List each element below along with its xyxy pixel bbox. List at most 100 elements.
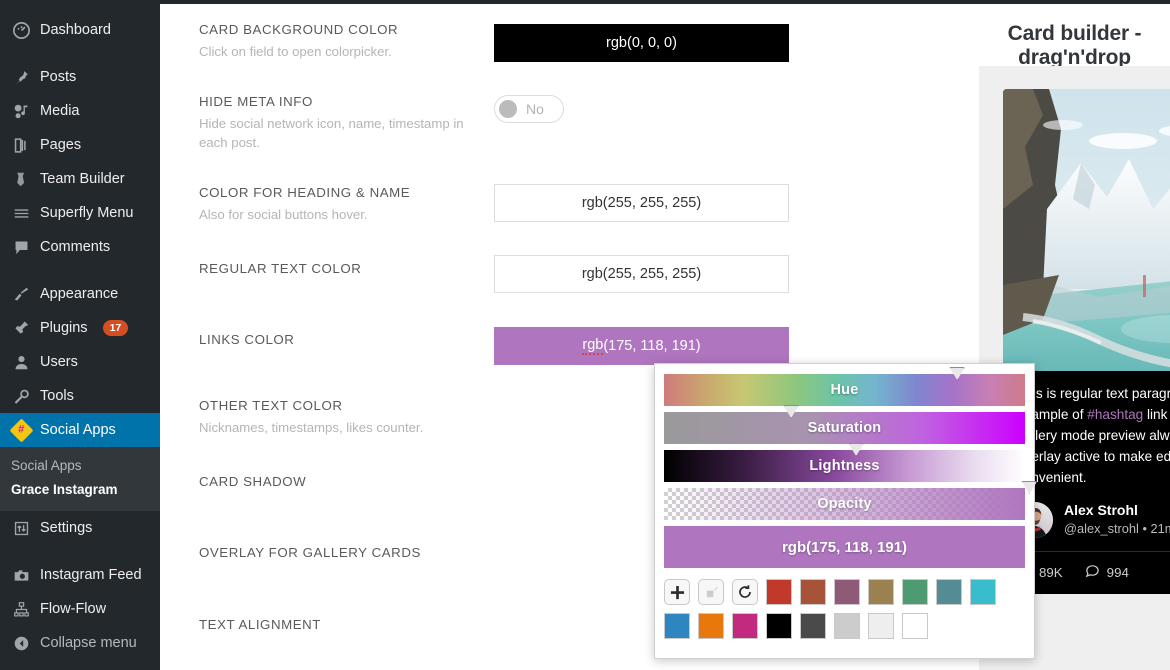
setting-description: Nicknames, timestamps, likes counter. xyxy=(199,420,424,435)
setting-label: Text alignment xyxy=(199,617,321,632)
card-likes-count: 89K xyxy=(1039,564,1063,580)
sidebar-item-dashboard[interactable]: Dashboard xyxy=(0,13,160,47)
setting-other-text-color: Other text color Nicknames, timestamps, … xyxy=(199,398,469,437)
reset-color-button[interactable] xyxy=(732,579,758,605)
admin-sidebar: Dashboard Posts Media Pages Team Builder… xyxy=(0,0,168,670)
sidebar-top-spacer xyxy=(0,0,160,13)
swatch-11[interactable] xyxy=(800,613,826,639)
opacity-slider-handle[interactable] xyxy=(1021,481,1038,494)
swatch-9[interactable] xyxy=(732,613,758,639)
sidebar-item-social-apps[interactable]: # Social Apps xyxy=(0,413,168,447)
swatch-4[interactable] xyxy=(902,579,928,605)
swatch-3[interactable] xyxy=(868,579,894,605)
sidebar-item-appearance[interactable]: Appearance xyxy=(0,277,160,311)
colorpicker-popup[interactable]: Hue Saturation Lightness Opacity rgb(175… xyxy=(654,363,1038,659)
current-color-preview[interactable]: rgb(175, 118, 191) xyxy=(664,526,1025,568)
sidebar-item-instagram-feed[interactable]: Instagram Feed xyxy=(0,558,160,592)
card-author-info: Alex Strohl @alex_strohl • 21m ago xyxy=(1064,501,1170,538)
lightness-slider-label: Lightness xyxy=(809,458,880,474)
sidebar-item-pages[interactable]: Pages xyxy=(0,128,160,162)
setting-description: Click on field to open colorpicker. xyxy=(199,44,392,59)
sidebar-item-team-builder[interactable]: Team Builder xyxy=(0,162,160,196)
sidebar-item-label: Appearance xyxy=(40,285,119,302)
swatch-14[interactable] xyxy=(902,613,928,639)
swatch-0[interactable] xyxy=(766,579,792,605)
card-author-name: Alex Strohl xyxy=(1064,502,1138,519)
heading-name-color-field[interactable]: rgb(255, 255, 255) xyxy=(494,184,789,222)
hue-slider[interactable]: Hue xyxy=(664,367,1025,406)
setting-label: Card background color xyxy=(199,22,399,37)
sidebar-item-flow-flow[interactable]: Flow-Flow xyxy=(0,592,160,626)
swatch-5[interactable] xyxy=(936,579,962,605)
pin-icon xyxy=(11,67,31,87)
submenu-item-social-apps[interactable]: Social Apps xyxy=(11,454,160,478)
saturation-slider-label: Saturation xyxy=(807,420,882,436)
sidebar-item-label: Flow-Flow xyxy=(40,600,107,617)
saturation-slider-handle[interactable] xyxy=(783,405,800,418)
regular-text-color-field[interactable]: rgb(255, 255, 255) xyxy=(494,255,789,293)
sidebar-item-label: Social Apps xyxy=(40,421,116,438)
tie-icon xyxy=(11,169,31,189)
links-color-field[interactable]: rgb (175, 118, 191) xyxy=(494,327,789,365)
setting-label: Card shadow xyxy=(199,474,307,489)
sidebar-item-collapse-menu[interactable]: Collapse menu xyxy=(0,626,160,660)
swatch-2[interactable] xyxy=(834,579,860,605)
sidebar-divider-2 xyxy=(0,264,160,277)
swatch-13[interactable] xyxy=(868,613,894,639)
card-author-handle: @alex_strohl xyxy=(1064,521,1139,537)
swatch-7[interactable] xyxy=(664,613,690,639)
preview-title: Card builder - drag'n'drop xyxy=(1007,22,1142,69)
delete-swatch-button[interactable] xyxy=(698,579,724,605)
menu-lines-icon xyxy=(11,203,31,223)
comment-bubble-icon xyxy=(1085,563,1100,581)
swatch-10[interactable] xyxy=(766,613,792,639)
user-icon xyxy=(11,352,31,372)
sidebar-item-settings[interactable]: Settings xyxy=(0,511,160,545)
swatch-1[interactable] xyxy=(800,579,826,605)
submenu-item-grace-instagram[interactable]: Grace Instagram xyxy=(11,478,160,502)
lightness-slider-handle[interactable] xyxy=(848,443,865,456)
sidebar-item-label: Settings xyxy=(40,519,93,536)
saturation-slider[interactable]: Saturation xyxy=(664,405,1025,444)
card-hashtag-link[interactable]: #hashtag xyxy=(1087,407,1143,422)
hue-slider-label: Hue xyxy=(830,382,859,398)
setting-label: Regular text color xyxy=(199,261,362,276)
setting-color-for-heading-and-name: Color for heading & name Also for social… xyxy=(199,185,469,224)
sidebar-item-users[interactable]: Users xyxy=(0,345,160,379)
links-color-value-prefix: rgb xyxy=(582,337,604,355)
opacity-slider-label: Opacity xyxy=(817,496,872,512)
opacity-slider[interactable]: Opacity xyxy=(664,481,1038,520)
plugins-update-badge: 17 xyxy=(102,319,129,337)
swatch-6[interactable] xyxy=(970,579,996,605)
sidebar-item-label: Instagram Feed xyxy=(40,566,142,583)
setting-links-color: Links color xyxy=(199,332,294,347)
card-background-color-field[interactable]: rgb(0, 0, 0) xyxy=(494,24,789,62)
hide-meta-info-toggle[interactable]: No xyxy=(494,95,564,123)
pages-icon xyxy=(11,135,31,155)
sidebar-item-posts[interactable]: Posts xyxy=(0,60,160,94)
sidebar-item-media[interactable]: Media xyxy=(0,94,160,128)
sidebar-item-label: Team Builder xyxy=(40,170,125,187)
setting-overlay-for-gallery-cards: Overlay for gallery cards xyxy=(199,545,421,560)
setting-label: Links color xyxy=(199,332,295,347)
sidebar-submenu: Social Apps Grace Instagram xyxy=(0,447,160,511)
swatch-8[interactable] xyxy=(698,613,724,639)
setting-description: Also for social buttons hover. xyxy=(199,207,368,222)
card-comments[interactable]: 994 xyxy=(1085,563,1129,581)
toggle-value-label: No xyxy=(526,101,544,117)
setting-label: Other text color xyxy=(199,398,343,413)
add-swatch-button[interactable] xyxy=(664,579,690,605)
sidebar-divider-3 xyxy=(0,545,160,558)
sidebar-item-tools[interactable]: Tools xyxy=(0,379,160,413)
setting-regular-text-color: Regular text color xyxy=(199,261,361,276)
swatch-palette xyxy=(664,579,1025,639)
sidebar-item-plugins[interactable]: Plugins 17 xyxy=(0,311,160,345)
sidebar-item-superfly-menu[interactable]: Superfly Menu xyxy=(0,196,160,230)
flow-icon xyxy=(11,599,31,619)
card-comments-count: 994 xyxy=(1106,564,1129,580)
hue-slider-handle[interactable] xyxy=(949,367,966,380)
sidebar-item-comments[interactable]: Comments xyxy=(0,230,160,264)
lightness-slider[interactable]: Lightness xyxy=(664,443,1025,482)
swatch-12[interactable] xyxy=(834,613,860,639)
media-icon xyxy=(11,101,31,121)
